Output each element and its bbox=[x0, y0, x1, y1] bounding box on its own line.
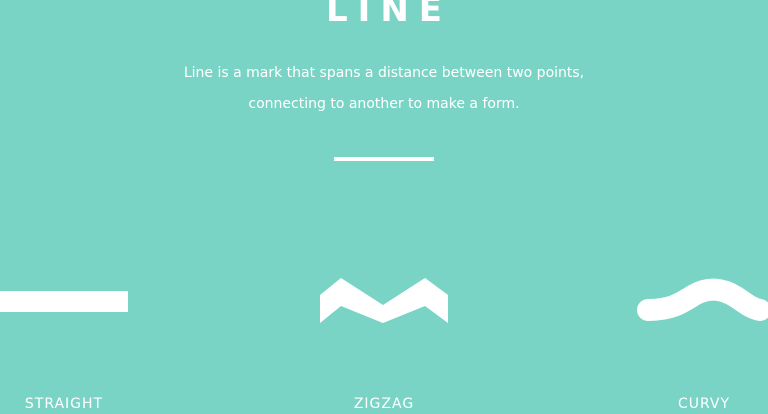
zigzag-line-icon bbox=[320, 278, 448, 323]
description-line-2: connecting to another to make a form. bbox=[248, 96, 520, 112]
description-line-1: Line is a mark that spans a distance bet… bbox=[183, 65, 585, 81]
divider bbox=[334, 157, 434, 161]
page-title: LINE bbox=[326, 0, 452, 30]
label-straight: STRAIGHT bbox=[24, 396, 104, 412]
curvy-line-icon bbox=[637, 278, 768, 321]
description: Line is a mark that spans a distance bet… bbox=[0, 58, 768, 120]
label-zigzag: ZIGZAG bbox=[353, 396, 415, 412]
label-curvy: CURVY bbox=[677, 396, 731, 412]
straight-line-icon bbox=[0, 291, 128, 312]
